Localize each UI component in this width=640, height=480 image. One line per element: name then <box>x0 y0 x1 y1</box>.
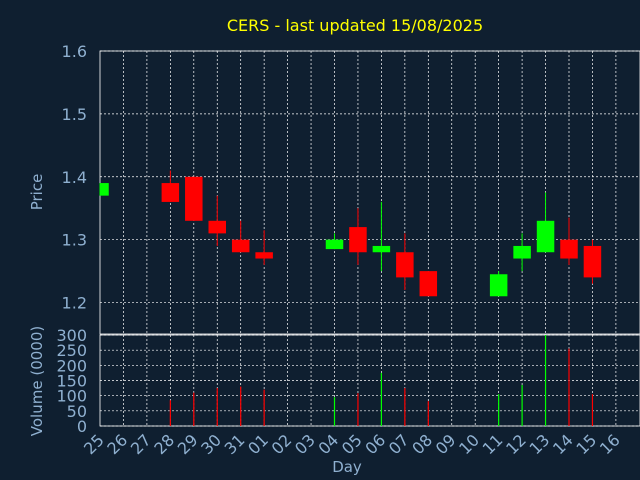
price-tick-label: 1.3 <box>62 231 87 250</box>
x-tick-label: 16 <box>596 430 624 458</box>
volume-panel: 050100150200250300 <box>56 326 640 436</box>
candle-body <box>396 252 414 278</box>
price-plot-frame <box>99 50 640 335</box>
candle-body <box>161 183 180 202</box>
candle-body <box>325 239 344 250</box>
volume-tick-label: 300 <box>56 326 87 345</box>
candle-body <box>489 274 508 297</box>
candle-body <box>536 220 555 253</box>
chart-title: CERS - last updated 15/08/2025 <box>227 16 483 35</box>
x-axis-label: Day <box>332 458 362 476</box>
candle-body <box>349 227 367 253</box>
candle-body <box>513 245 531 259</box>
price-tick-label: 1.4 <box>62 168 87 187</box>
price-tick-label: 1.2 <box>62 294 87 313</box>
candle-body <box>419 271 438 297</box>
volume-axis-label: Volume (0000) <box>28 326 46 436</box>
candle-body <box>560 239 578 259</box>
candle-body <box>231 239 250 253</box>
stock-chart: CERS - last updated 15/08/2025 Price Vol… <box>28 16 640 476</box>
candle-body <box>100 183 109 196</box>
candle-body <box>185 176 203 221</box>
price-axis-label: Price <box>28 174 46 211</box>
candle-body <box>208 220 226 234</box>
candle-body <box>372 245 391 253</box>
candle-body <box>583 245 602 278</box>
x-tick-labels: 2526272829303101020304050607080910111213… <box>80 430 624 458</box>
price-tick-label: 1.5 <box>62 105 87 124</box>
candle-body <box>255 252 273 259</box>
price-panel: 1.2 1.3 1.4 1.5 1.6 <box>62 42 640 335</box>
price-tick-label: 1.6 <box>62 42 87 61</box>
